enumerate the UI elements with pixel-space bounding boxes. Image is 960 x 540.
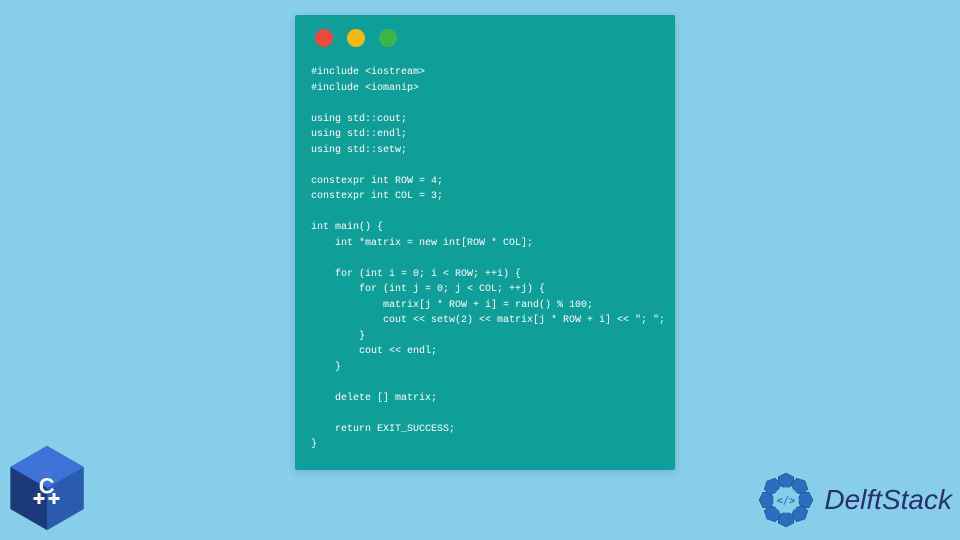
brand-logo-icon: </>: [754, 468, 818, 532]
plus-icon: [34, 493, 46, 505]
cpp-logo: C: [8, 444, 88, 534]
brand-badge: </> DelftStack: [754, 468, 952, 532]
code-window: #include <iostream> #include <iomanip> u…: [295, 15, 675, 470]
cpp-logo-pluses: [34, 493, 61, 505]
brand-name: DelftStack: [824, 484, 952, 516]
window-dot-minimize: [347, 29, 365, 47]
svg-text:</>: </>: [777, 495, 796, 507]
traffic-lights: [315, 29, 659, 47]
plus-icon: [49, 493, 61, 505]
window-dot-close: [315, 29, 333, 47]
code-block: #include <iostream> #include <iomanip> u…: [311, 65, 659, 453]
window-dot-zoom: [379, 29, 397, 47]
